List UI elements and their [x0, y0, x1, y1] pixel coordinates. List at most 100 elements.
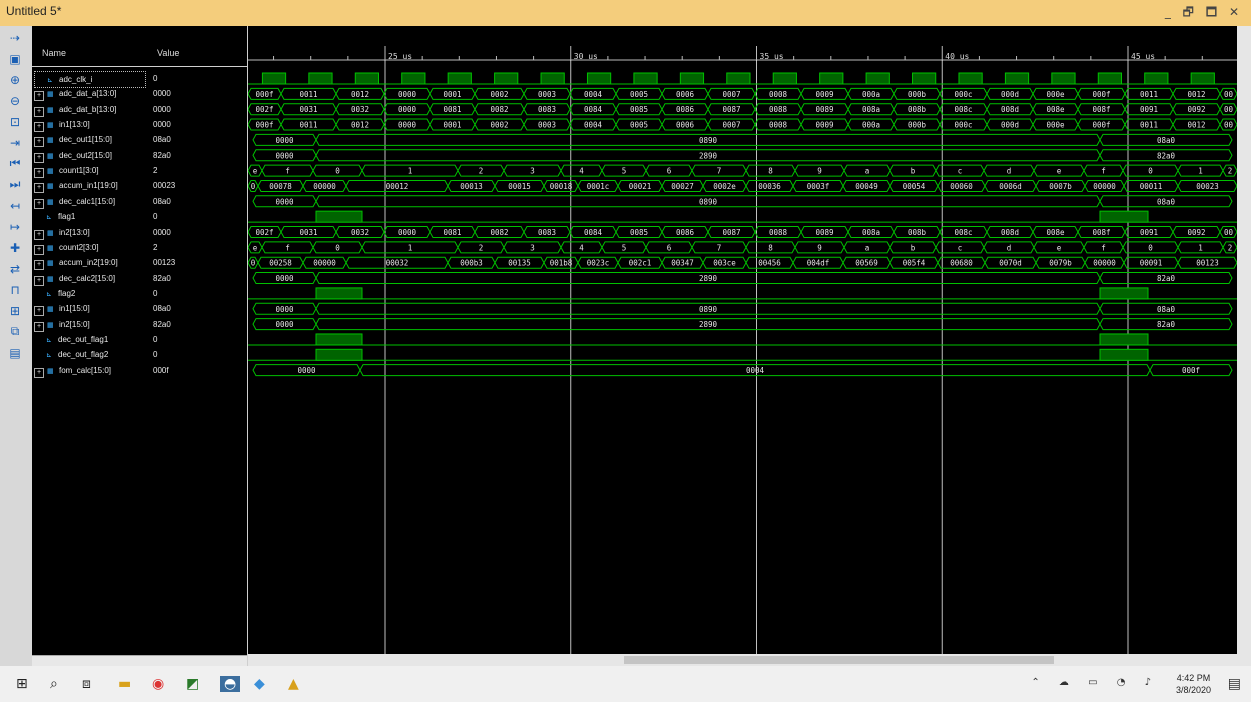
expand-icon[interactable]: +: [34, 91, 44, 102]
signal-value: 82a0: [153, 273, 171, 283]
bus-value-label: 000f: [1092, 90, 1110, 99]
expand-icon[interactable]: +: [34, 367, 44, 378]
expand-icon[interactable]: +: [34, 321, 44, 332]
bus-value-label: 000f: [255, 90, 273, 99]
signal-row-name[interactable]: + ▦ count1[3:0]: [34, 163, 144, 179]
signal-row-name[interactable]: + ▦ in2[13:0]: [34, 225, 144, 240]
go-start-icon[interactable]: ⏮: [4, 154, 26, 173]
settings-icon[interactable]: ▤: [4, 343, 26, 362]
name-column-header[interactable]: Name: [32, 26, 147, 67]
bus-value-label: 002f: [255, 228, 273, 237]
signal-row-name[interactable]: + ▦ adc_dat_a[13:0]: [34, 86, 144, 102]
radix-icon[interactable]: ⧉: [4, 322, 26, 341]
bus-value-label: 0032: [351, 105, 369, 114]
expand-icon[interactable]: ⊞: [4, 301, 26, 320]
value-column-header[interactable]: Value: [147, 26, 247, 67]
signal-row-name[interactable]: + ▦ dec_calc2[15:0]: [34, 271, 144, 286]
task-view-icon[interactable]: ⧈: [82, 676, 91, 692]
diamond-app-icon[interactable]: ◆: [254, 676, 265, 692]
swap-icon[interactable]: ⇄: [4, 259, 26, 278]
signal-row-name[interactable]: + ▦ dec_out2[15:0]: [34, 148, 144, 163]
bus-value-label: 00258: [269, 259, 292, 268]
expand-icon[interactable]: +: [34, 152, 44, 163]
expand-icon[interactable]: +: [34, 106, 44, 117]
go-cursor-icon[interactable]: ⇥: [4, 133, 26, 152]
bus-value-label: 0083: [538, 105, 556, 114]
expand-icon[interactable]: +: [34, 168, 44, 179]
next-transition-icon[interactable]: ↦: [4, 217, 26, 236]
signal-row-name[interactable]: + ▦ fom_calc[15:0]: [34, 363, 144, 378]
signal-row-name[interactable]: + ▦ count2[3:0]: [34, 240, 144, 255]
expand-icon[interactable]: +: [34, 260, 44, 271]
horizontal-scrollbar[interactable]: [248, 654, 1251, 666]
signal-row-name[interactable]: ⊾ flag1: [34, 209, 144, 224]
bus-value-label: 00: [1224, 105, 1234, 114]
name-panel-scrollbar[interactable]: [32, 655, 147, 666]
waveform-view[interactable]: 25 us 30 us 35 us 40 us 45 us 000f 0011 0012 000…: [247, 26, 1238, 654]
search-icon[interactable]: ⌕: [50, 676, 58, 692]
bus-value-label: 82a0: [1157, 320, 1176, 329]
cursor-icon[interactable]: ⇢: [4, 28, 26, 47]
signal-row-name[interactable]: + ▦ in1[15:0]: [34, 301, 144, 317]
signal-row-name[interactable]: + ▦ accum_in2[19:0]: [34, 255, 144, 271]
xilinx-icon[interactable]: ▲: [288, 676, 299, 692]
signal-row-name[interactable]: + ▦ in1[13:0]: [34, 117, 144, 133]
expand-icon[interactable]: +: [34, 244, 44, 255]
zoom-fit-icon[interactable]: ⊡: [4, 112, 26, 131]
bus-value-label: 00012: [386, 182, 409, 191]
expand-icon[interactable]: +: [34, 275, 44, 286]
bus-value-label: 000d: [1001, 90, 1019, 99]
expand-icon[interactable]: +: [34, 198, 44, 209]
save-icon[interactable]: ▣: [4, 49, 26, 68]
time-label: 45 us: [1131, 52, 1155, 61]
windows-start-icon[interactable]: ⊞: [16, 676, 28, 692]
notifications-icon[interactable]: ▤: [1228, 676, 1241, 692]
signal-name: accum_in1[19:0]: [59, 181, 118, 191]
horizontal-scroll-thumb[interactable]: [624, 656, 1054, 664]
go-end-icon[interactable]: ⏭: [4, 175, 26, 194]
zoom-out-icon[interactable]: ⊖: [4, 91, 26, 110]
bus-value-label: 0070d: [999, 259, 1022, 268]
signal-row-name[interactable]: ⊾ dec_out_flag2: [34, 347, 144, 362]
vivado-icon[interactable]: ◓: [220, 676, 241, 692]
signal-value: 08a0: [153, 135, 171, 145]
signal-row-name[interactable]: ⊾ flag2: [34, 286, 144, 301]
signal-value: 0000: [153, 120, 171, 130]
bus-value-label: 0081: [443, 228, 461, 237]
bus-value-label: 0089: [815, 228, 833, 237]
system-tray-icons[interactable]: ⌃ ☁ ▭ ◔ ♪: [1031, 677, 1159, 688]
signal-value: 0000: [153, 227, 171, 237]
signal-value: 2: [153, 166, 158, 176]
signal-row-name[interactable]: + ▦ in2[15:0]: [34, 317, 144, 332]
expand-icon[interactable]: +: [34, 122, 44, 133]
signal-row-name[interactable]: + ▦ adc_dat_b[13:0]: [34, 102, 144, 117]
signal-row-name[interactable]: + ▦ dec_out1[15:0]: [34, 132, 144, 148]
prev-transition-icon[interactable]: ↤: [4, 196, 26, 215]
app-icon[interactable]: ◩: [186, 676, 199, 692]
waveform-canvas[interactable]: 25 us 30 us 35 us 40 us 45 us000f 0011 0012 000…: [247, 26, 1238, 654]
zoom-in-icon[interactable]: ⊕: [4, 70, 26, 89]
expand-icon[interactable]: +: [34, 183, 44, 194]
clock-pulse: [633, 72, 658, 85]
signal-row-name[interactable]: + ▦ dec_calc1[15:0]: [34, 194, 144, 209]
expand-icon[interactable]: +: [34, 229, 44, 240]
bus-value-label: 08a0: [1157, 305, 1176, 314]
bus-value-label: 0004: [584, 121, 603, 130]
add-marker-icon[interactable]: ✚: [4, 238, 26, 257]
signal-row-name[interactable]: + ▦ accum_in1[19:0]: [34, 178, 144, 194]
expand-icon[interactable]: +: [34, 137, 44, 148]
window-controls[interactable]: _ 🗗 🗖 ✕: [1165, 3, 1243, 24]
snap-icon[interactable]: ⊓: [4, 280, 26, 299]
chrome-icon[interactable]: ◉: [152, 676, 164, 692]
file-explorer-icon[interactable]: ▬: [118, 676, 131, 692]
vertical-scrollbar[interactable]: [1237, 26, 1251, 654]
clock[interactable]: 4:42 PM 3/8/2020: [1176, 672, 1211, 696]
value-panel-scrollbar[interactable]: [147, 655, 247, 666]
wire-signal-icon: ⊾: [46, 336, 52, 344]
bus-value-label: 0007b: [1049, 182, 1072, 191]
bus-value-label: 008d: [1001, 228, 1019, 237]
expand-icon[interactable]: +: [34, 306, 44, 317]
signal-row-name[interactable]: ⊾ dec_out_flag1: [34, 332, 144, 347]
bus-value-label: 0000: [275, 274, 294, 283]
bus-value-label: 0088: [769, 105, 788, 114]
